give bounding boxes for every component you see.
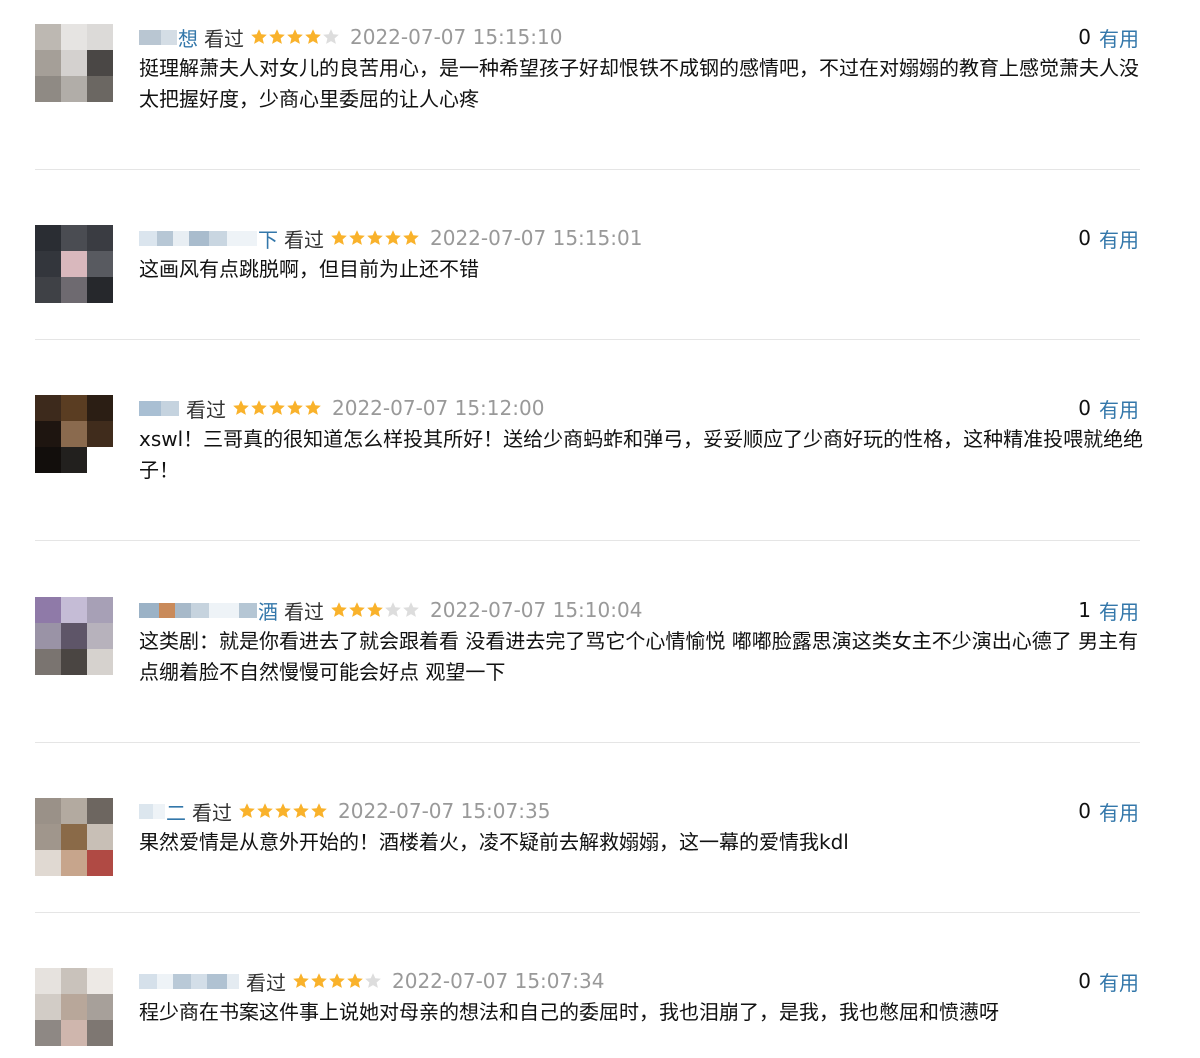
avatar[interactable] bbox=[35, 968, 113, 1046]
rating-stars bbox=[238, 802, 328, 820]
vote-area: 1 有用 bbox=[1078, 596, 1139, 625]
username-text[interactable]: 下 bbox=[258, 224, 278, 253]
watch-status: 看过 bbox=[284, 599, 324, 624]
star-filled-icon bbox=[367, 602, 383, 617]
vote-count: 0 bbox=[1078, 799, 1091, 823]
username[interactable]: 酒 bbox=[139, 596, 278, 625]
star-filled-icon bbox=[385, 230, 401, 245]
star-filled-icon bbox=[349, 230, 365, 245]
star-filled-icon bbox=[349, 602, 365, 617]
comment-time: 2022-07-07 15:12:00 bbox=[332, 396, 545, 420]
useful-button[interactable]: 有用 bbox=[1099, 967, 1139, 996]
star-filled-icon bbox=[233, 400, 249, 415]
vote-count: 1 bbox=[1078, 598, 1091, 622]
watch-status: 看过 bbox=[192, 800, 232, 825]
comment-time: 2022-07-07 15:15:10 bbox=[350, 25, 563, 49]
star-filled-icon bbox=[331, 230, 347, 245]
star-filled-icon bbox=[275, 803, 291, 818]
comment-meta: 酒 看过 2022-07-07 15:10:04 bbox=[139, 596, 643, 625]
star-filled-icon bbox=[251, 400, 267, 415]
star-empty-icon bbox=[323, 29, 339, 44]
star-filled-icon bbox=[311, 973, 327, 988]
comment-time: 2022-07-07 15:07:34 bbox=[392, 969, 605, 993]
star-empty-icon bbox=[365, 973, 381, 988]
star-filled-icon bbox=[239, 803, 255, 818]
star-filled-icon bbox=[367, 230, 383, 245]
avatar[interactable] bbox=[35, 597, 113, 675]
useful-button[interactable]: 有用 bbox=[1099, 596, 1139, 625]
divider bbox=[35, 169, 1140, 170]
avatar[interactable] bbox=[35, 24, 113, 102]
comment-text: 程少商在书案这件事上说她对母亲的想法和自己的委屈时，我也泪崩了，是我，我也憋屈和… bbox=[139, 1000, 999, 1024]
comment-time: 2022-07-07 15:10:04 bbox=[430, 598, 643, 622]
star-filled-icon bbox=[311, 803, 327, 818]
star-filled-icon bbox=[269, 400, 285, 415]
star-filled-icon bbox=[329, 973, 345, 988]
vote-area: 0 有用 bbox=[1078, 797, 1139, 826]
username[interactable] bbox=[139, 968, 240, 994]
comment-text: 挺理解萧夫人对女儿的良苦用心，是一种希望孩子好却恨铁不成钢的感情吧，不过在对嫋嫋… bbox=[139, 56, 1139, 111]
username[interactable]: 下 bbox=[139, 224, 278, 253]
vote-count: 0 bbox=[1078, 25, 1091, 49]
avatar[interactable] bbox=[35, 225, 113, 303]
vote-count: 0 bbox=[1078, 969, 1091, 993]
star-filled-icon bbox=[293, 973, 309, 988]
rating-stars bbox=[330, 601, 420, 619]
comment-text: 这类剧：就是你看进去了就会跟着看 没看进去完了骂它个心情愉悦 嘟嘟脸露思演这类女… bbox=[139, 629, 1139, 684]
star-filled-icon bbox=[287, 29, 303, 44]
star-filled-icon bbox=[305, 400, 321, 415]
rating-stars bbox=[250, 28, 340, 46]
comment-time: 2022-07-07 15:15:01 bbox=[430, 226, 643, 250]
comment-meta: 看过 2022-07-07 15:12:00 bbox=[139, 395, 545, 422]
useful-button[interactable]: 有用 bbox=[1099, 23, 1139, 52]
comment-meta: 想 看过 2022-07-07 15:15:10 bbox=[139, 23, 563, 52]
divider bbox=[35, 540, 1140, 541]
star-filled-icon bbox=[305, 29, 321, 44]
comment-text: 果然爱情是从意外开始的！酒楼着火，凌不疑前去解救嫋嫋，这一幕的爱情我kdl bbox=[139, 830, 849, 854]
star-filled-icon bbox=[257, 803, 273, 818]
star-filled-icon bbox=[251, 29, 267, 44]
username[interactable]: 想 bbox=[139, 23, 198, 52]
comment-text: 这画风有点跳脱啊，但目前为止还不错 bbox=[139, 257, 479, 281]
star-filled-icon bbox=[331, 602, 347, 617]
watch-status: 看过 bbox=[246, 970, 286, 995]
username-text[interactable]: 想 bbox=[178, 23, 198, 52]
useful-button[interactable]: 有用 bbox=[1099, 394, 1139, 423]
vote-count: 0 bbox=[1078, 226, 1091, 250]
rating-stars bbox=[232, 399, 322, 417]
comment-meta: 看过 2022-07-07 15:07:34 bbox=[139, 968, 605, 995]
vote-area: 0 有用 bbox=[1078, 967, 1139, 996]
star-empty-icon bbox=[385, 602, 401, 617]
star-filled-icon bbox=[347, 973, 363, 988]
star-filled-icon bbox=[287, 400, 303, 415]
useful-button[interactable]: 有用 bbox=[1099, 224, 1139, 253]
avatar[interactable] bbox=[35, 798, 113, 876]
comment-text: xswl！三哥真的很知道怎么样投其所好！送给少商蚂蚱和弹弓，妥妥顺应了少商好玩的… bbox=[139, 427, 1144, 482]
username[interactable] bbox=[139, 395, 180, 421]
rating-stars bbox=[292, 972, 382, 990]
watch-status: 看过 bbox=[204, 26, 244, 51]
comment-meta: 二 看过 2022-07-07 15:07:35 bbox=[139, 797, 551, 826]
star-filled-icon bbox=[269, 29, 285, 44]
vote-area: 0 有用 bbox=[1078, 23, 1139, 52]
watch-status: 看过 bbox=[186, 397, 226, 422]
comment-time: 2022-07-07 15:07:35 bbox=[338, 799, 551, 823]
avatar[interactable] bbox=[35, 395, 113, 473]
star-empty-icon bbox=[403, 602, 419, 617]
star-filled-icon bbox=[403, 230, 419, 245]
vote-area: 0 有用 bbox=[1078, 394, 1139, 423]
divider bbox=[35, 912, 1140, 913]
divider bbox=[35, 339, 1140, 340]
username[interactable]: 二 bbox=[139, 797, 186, 826]
comment-meta: 下 看过 2022-07-07 15:15:01 bbox=[139, 224, 643, 253]
vote-area: 0 有用 bbox=[1078, 224, 1139, 253]
username-text[interactable]: 二 bbox=[166, 797, 186, 826]
divider bbox=[35, 742, 1140, 743]
username-text[interactable]: 酒 bbox=[258, 596, 278, 625]
useful-button[interactable]: 有用 bbox=[1099, 797, 1139, 826]
vote-count: 0 bbox=[1078, 396, 1091, 420]
rating-stars bbox=[330, 229, 420, 247]
watch-status: 看过 bbox=[284, 227, 324, 252]
star-filled-icon bbox=[293, 803, 309, 818]
